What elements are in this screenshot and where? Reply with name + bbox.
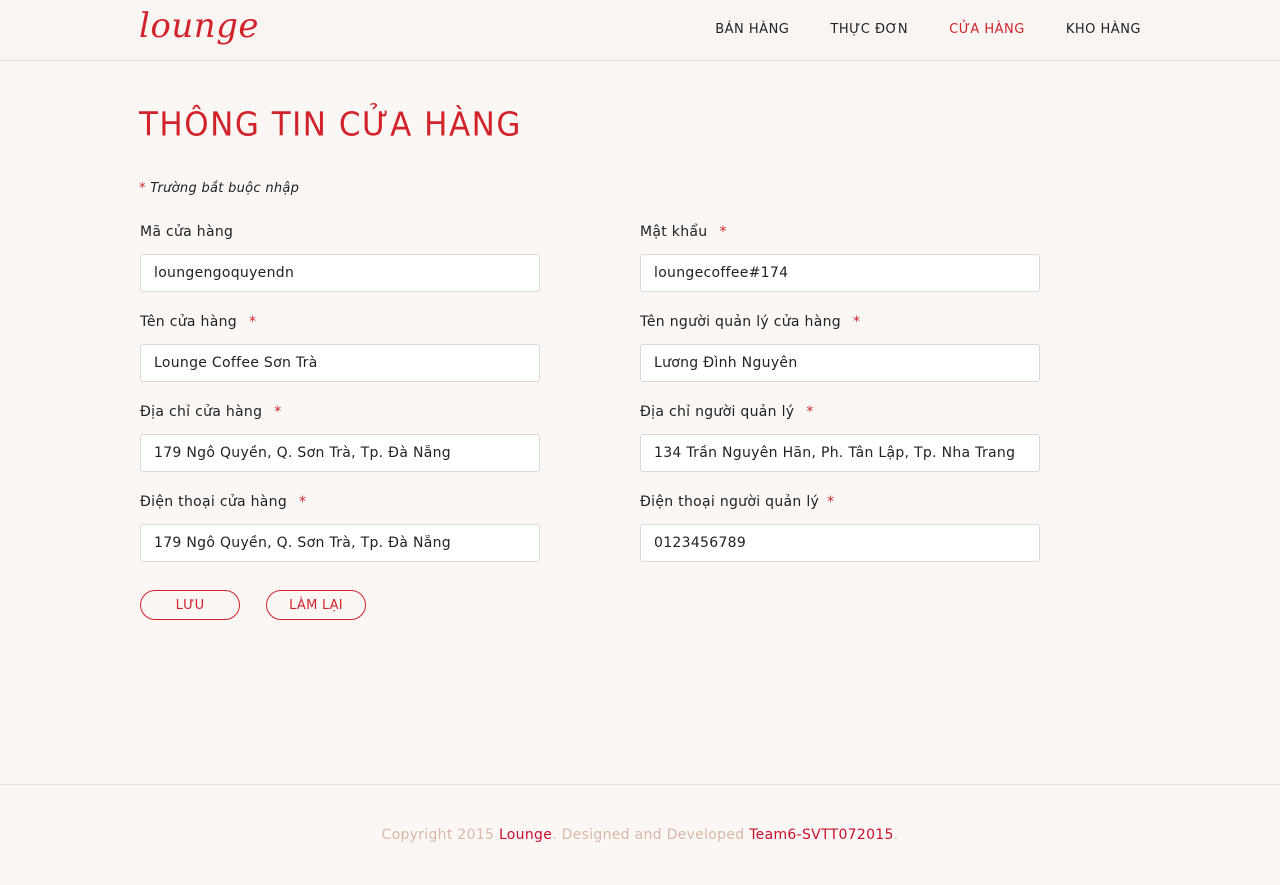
manager-address-input[interactable]: [640, 434, 1040, 472]
save-button[interactable]: LƯU: [140, 590, 240, 620]
store-code-label-text: Mã cửa hàng: [140, 224, 234, 240]
top-navbar: lounge BÁN HÀNG THỰC ĐƠN CỬA HÀNG KHO HÀ…: [0, 0, 1280, 61]
store-name-input[interactable]: [140, 344, 540, 382]
store-address-label: Địa chỉ cửa hàng *: [140, 404, 540, 424]
store-phone-field: Điện thoại cửa hàng *: [140, 494, 540, 562]
footer-brand-link[interactable]: Lounge: [499, 827, 552, 843]
required-marker: *: [719, 224, 727, 240]
manager-name-label: Tên người quản lý cửa hàng *: [640, 314, 1040, 334]
manager-phone-label-text: Điện thoại người quản lý: [640, 494, 820, 510]
reset-button[interactable]: LÀM LẠI: [266, 590, 366, 620]
footer-team-link[interactable]: Team6-SVTT072015: [749, 827, 894, 843]
manager-phone-label: Điện thoại người quản lý *: [640, 494, 1040, 514]
nav-item-cua-hang[interactable]: CỬA HÀNG: [949, 22, 1025, 37]
password-input[interactable]: [640, 254, 1040, 292]
nav-item-thuc-don[interactable]: THỰC ĐƠN: [830, 22, 908, 37]
copyright-middle: . Designed and Developed: [552, 827, 750, 843]
required-marker: *: [852, 314, 861, 330]
store-address-label-text: Địa chỉ cửa hàng: [140, 404, 263, 420]
required-marker: *: [248, 314, 257, 330]
store-name-label-text: Tên cửa hàng: [140, 314, 237, 330]
manager-address-field: Địa chỉ người quản lý *: [640, 404, 1040, 472]
store-name-field: Tên cửa hàng *: [140, 314, 540, 382]
store-address-input[interactable]: [140, 434, 540, 472]
nav-item-kho-hang[interactable]: KHO HÀNG: [1066, 22, 1141, 37]
nav-item-ban-hang[interactable]: BÁN HÀNG: [715, 22, 789, 37]
store-phone-input[interactable]: [140, 524, 540, 562]
manager-phone-field: Điện thoại người quản lý *: [640, 494, 1040, 562]
manager-name-field: Tên người quản lý cửa hàng *: [640, 314, 1040, 382]
password-label: Mật khẩu *: [640, 224, 1040, 244]
manager-name-label-text: Tên người quản lý cửa hàng: [640, 314, 841, 330]
manager-name-input[interactable]: [640, 344, 1040, 382]
store-code-field: Mã cửa hàng: [140, 224, 540, 292]
store-code-input[interactable]: [140, 254, 540, 292]
required-marker: *: [139, 181, 146, 196]
password-field: Mật khẩu *: [640, 224, 1040, 292]
store-name-label: Tên cửa hàng *: [140, 314, 540, 334]
copyright-suffix: .: [893, 827, 899, 843]
copyright-prefix: Copyright 2015: [381, 827, 499, 843]
required-note-text: Trường bắt buộc nhập: [150, 181, 300, 196]
required-marker: *: [299, 494, 307, 510]
page-title: THÔNG TIN CỬA HÀNG: [139, 106, 522, 144]
store-phone-label-text: Điện thoại cửa hàng: [140, 494, 288, 510]
store-code-label: Mã cửa hàng: [140, 224, 540, 244]
required-marker: *: [806, 404, 814, 420]
store-phone-label: Điện thoại cửa hàng *: [140, 494, 540, 514]
main-nav: BÁN HÀNG THỰC ĐƠN CỬA HÀNG KHO HÀNG: [674, 22, 1141, 37]
manager-address-label-text: Địa chỉ người quản lý: [640, 404, 795, 420]
password-label-text: Mật khẩu: [640, 224, 708, 240]
footer: Copyright 2015 Lounge. Designed and Deve…: [0, 784, 1280, 885]
lounge-logo[interactable]: lounge: [139, 6, 259, 46]
manager-phone-input[interactable]: [640, 524, 1040, 562]
required-marker: *: [827, 494, 835, 510]
store-address-field: Địa chỉ cửa hàng *: [140, 404, 540, 472]
required-note: * Trường bắt buộc nhập: [139, 181, 299, 196]
copyright-text: Copyright 2015 Lounge. Designed and Deve…: [0, 827, 1280, 843]
manager-address-label: Địa chỉ người quản lý *: [640, 404, 1040, 424]
required-marker: *: [274, 404, 282, 420]
